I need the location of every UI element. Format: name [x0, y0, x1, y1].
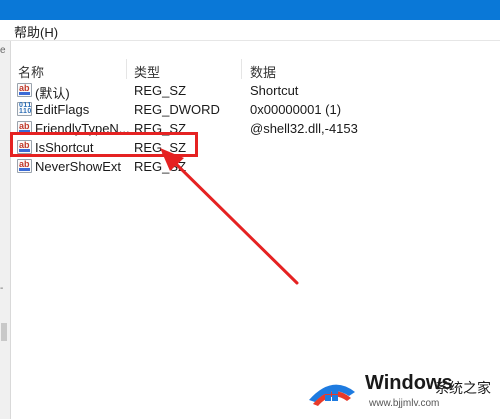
ab-string-icon: ab: [17, 83, 32, 97]
tree-pane-char-mid: -: [0, 283, 4, 294]
watermark-site-name: 系统之家: [435, 380, 491, 396]
value-type: REG_DWORD: [134, 102, 220, 117]
tree-pane-char: e: [0, 45, 6, 56]
value-data: 0x00000001 (1): [250, 102, 342, 117]
value-type: REG_SZ: [134, 83, 187, 98]
value-name: EditFlags: [35, 102, 90, 117]
registry-value-row[interactable]: ab NeverShowExt REG_SZ: [11, 157, 500, 176]
column-divider[interactable]: [126, 59, 127, 79]
menu-bar: 帮助(H): [0, 20, 500, 41]
watermark-url: www.bjjmlv.com: [369, 398, 440, 409]
value-data: @shell32.dll,-4153: [250, 121, 358, 136]
value-name: NeverShowExt: [35, 159, 121, 174]
windows-logo-icon: [309, 384, 355, 406]
registry-value-row[interactable]: 011 110 EditFlags REG_DWORD 0x00000001 (1…: [11, 100, 500, 119]
scrollbar-thumb[interactable]: [1, 323, 7, 341]
column-header-name[interactable]: 名称: [18, 62, 44, 81]
column-header-data[interactable]: 数据: [250, 62, 276, 81]
menu-help[interactable]: 帮助(H): [12, 22, 60, 41]
tree-pane-edge: e -: [0, 41, 11, 419]
window-titlebar: [0, 0, 500, 20]
list-header: 名称 类型 数据: [11, 59, 500, 81]
ab-string-icon: ab: [17, 159, 32, 173]
highlight-box: [10, 132, 198, 157]
value-data: Shortcut: [250, 83, 299, 98]
column-header-type[interactable]: 类型: [134, 62, 160, 81]
value-type: REG_SZ: [134, 159, 187, 174]
binary-value-icon: 011 110: [17, 102, 32, 116]
column-divider[interactable]: [241, 59, 242, 79]
watermark: Windows 系统之家 www.bjjmlv.com: [307, 368, 497, 416]
registry-value-row[interactable]: ab (默认) REG_SZ Shortcut: [11, 81, 500, 101]
registry-values-list: 名称 类型 数据 ab (默认) REG_SZ Shortcut 011 110 …: [11, 41, 500, 419]
